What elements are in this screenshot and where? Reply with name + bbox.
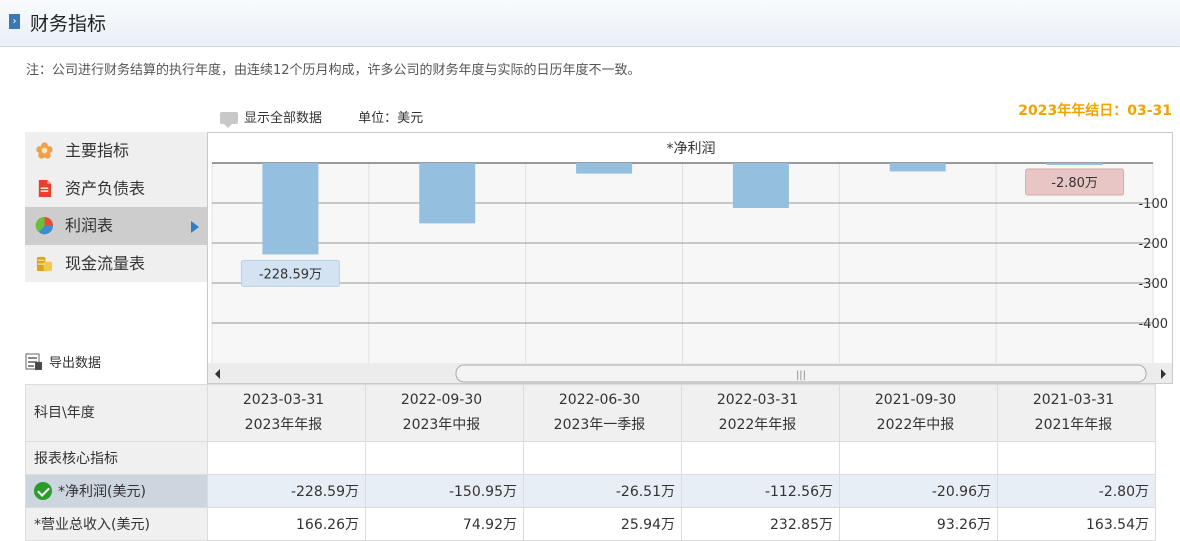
show-all-label: 显示全部数据: [244, 111, 323, 126]
column-header: 2022-09-30 2023年中报: [365, 384, 524, 442]
sidebar-item-main-indicators[interactable]: 主要指标: [25, 132, 207, 170]
table-cell: -112.56万: [681, 474, 840, 508]
year-end-date: 2023年年结日：03-31: [1018, 103, 1172, 119]
bar: [889, 163, 946, 172]
column-date: 2022-03-31: [716, 392, 799, 408]
section-row: 报表核心指标: [25, 441, 1156, 475]
export-label: 导出数据: [49, 356, 102, 371]
column-date: 2023-03-31: [242, 392, 325, 408]
bar: [419, 163, 476, 224]
export-icon: [25, 353, 42, 370]
table-cell: -150.95万: [365, 474, 524, 508]
column-header: 2021-03-31 2021年年报: [997, 384, 1156, 442]
net-profit-chart: *净利润 -100 -200 -300 -400 -228.59万 -2.80万 |||: [207, 132, 1173, 384]
coins-icon: [36, 256, 53, 271]
y-tick-label: -300: [1138, 277, 1168, 292]
sidebar-item-label: 现金流量表: [65, 253, 146, 273]
table-cell: 163.54万: [997, 507, 1156, 541]
flower-icon: [36, 142, 53, 159]
check-icon: [34, 482, 52, 500]
column-report: 2023年一季报: [553, 417, 646, 433]
export-data-button[interactable]: 导出数据: [25, 352, 101, 371]
bar: [576, 163, 633, 174]
sidebar-item-balance-sheet[interactable]: 资产负债表: [25, 169, 207, 207]
table-cell: -2.80万: [997, 474, 1156, 508]
pie-chart-icon: [35, 216, 54, 235]
bar: [262, 163, 319, 255]
column-date: 2021-03-31: [1032, 392, 1115, 408]
table-cell: 25.94万: [523, 507, 682, 541]
chart-title: *净利润: [667, 141, 716, 157]
column-report: 2022年年报: [718, 417, 797, 433]
y-tick-label: -200: [1138, 237, 1168, 252]
speech-bubble-icon: [220, 112, 238, 128]
table-cell: -26.51万: [523, 474, 682, 508]
financial-table: 科目\年度 2023-03-31 2023年年报 2022-09-30 2023年中…: [25, 384, 1156, 541]
column-report: 2022年中报: [876, 417, 955, 433]
row-label-text: *净利润(美元): [58, 484, 146, 500]
chart-toolbar: 显示全部数据 单位：美元: [220, 107, 424, 128]
corner-header: 科目\年度: [25, 384, 208, 442]
statement-sidebar: 主要指标 资产负债表 利润表 现金流量表: [25, 132, 207, 282]
bar: [1046, 163, 1103, 165]
page-title: 财务指标: [30, 13, 107, 35]
data-label: -228.59万: [259, 267, 322, 282]
document-icon: [38, 179, 52, 197]
sidebar-item-income-statement[interactable]: 利润表: [25, 207, 207, 245]
show-all-data-toggle[interactable]: 显示全部数据: [220, 111, 326, 128]
bar: [732, 163, 789, 209]
row-label: *净利润(美元): [25, 474, 208, 508]
y-tick-label: -100: [1138, 197, 1168, 212]
data-label: -2.80万: [1051, 176, 1098, 191]
panel-header: › 财务指标: [0, 0, 1180, 47]
column-date: 2021-09-30: [874, 392, 957, 408]
column-report: 2023年中报: [402, 417, 481, 433]
section-label: 报表核心指标: [25, 441, 208, 475]
sidebar-item-label: 利润表: [65, 216, 114, 235]
column-header: 2022-06-30 2023年一季报: [523, 384, 682, 442]
sidebar-item-cash-flow[interactable]: 现金流量表: [25, 244, 207, 282]
table-header-row: 科目\年度 2023-03-31 2023年年报 2022-09-30 2023年中…: [25, 384, 1156, 442]
table-cell: 93.26万: [839, 507, 998, 541]
chevron-right-icon: ›: [9, 14, 20, 29]
table-row-net-profit[interactable]: *净利润(美元) -228.59万 -150.95万 -26.51万 -112.…: [25, 474, 1156, 508]
sidebar-item-label: 主要指标: [65, 141, 130, 160]
column-date: 2022-09-30: [400, 392, 483, 408]
sidebar-item-label: 资产负债表: [65, 178, 146, 198]
chart-canvas: *净利润 -100 -200 -300 -400 -228.59万 -2.80万 |||: [208, 141, 1172, 383]
table-row-revenue[interactable]: *营业总收入(美元) 166.26万 74.92万 25.94万 232.85万…: [25, 507, 1156, 541]
table-cell: -228.59万: [207, 474, 366, 508]
scrollbar-grip-icon[interactable]: |||: [796, 370, 806, 381]
unit-label: 单位：美元: [358, 111, 424, 126]
table-cell: 232.85万: [681, 507, 840, 541]
column-report: 2021年年报: [1034, 417, 1113, 433]
column-header: 2022-03-31 2022年年报: [681, 384, 840, 442]
table-cell: 74.92万: [365, 507, 524, 541]
row-label: *营业总收入(美元): [25, 507, 208, 541]
column-date: 2022-06-30: [558, 392, 641, 408]
caret-right-icon: [191, 221, 199, 233]
y-tick-label: -400: [1138, 317, 1168, 332]
table-cell: -20.96万: [839, 474, 998, 508]
column-report: 2023年年报: [244, 417, 323, 433]
fiscal-year-note: 注：公司进行财务结算的执行年度，由连续12个历月构成，许多公司的财务年度与实际的…: [26, 63, 641, 78]
table-cell: 166.26万: [207, 507, 366, 541]
column-header: 2023-03-31 2023年年报: [207, 384, 366, 442]
column-header: 2021-09-30 2022年中报: [839, 384, 998, 442]
